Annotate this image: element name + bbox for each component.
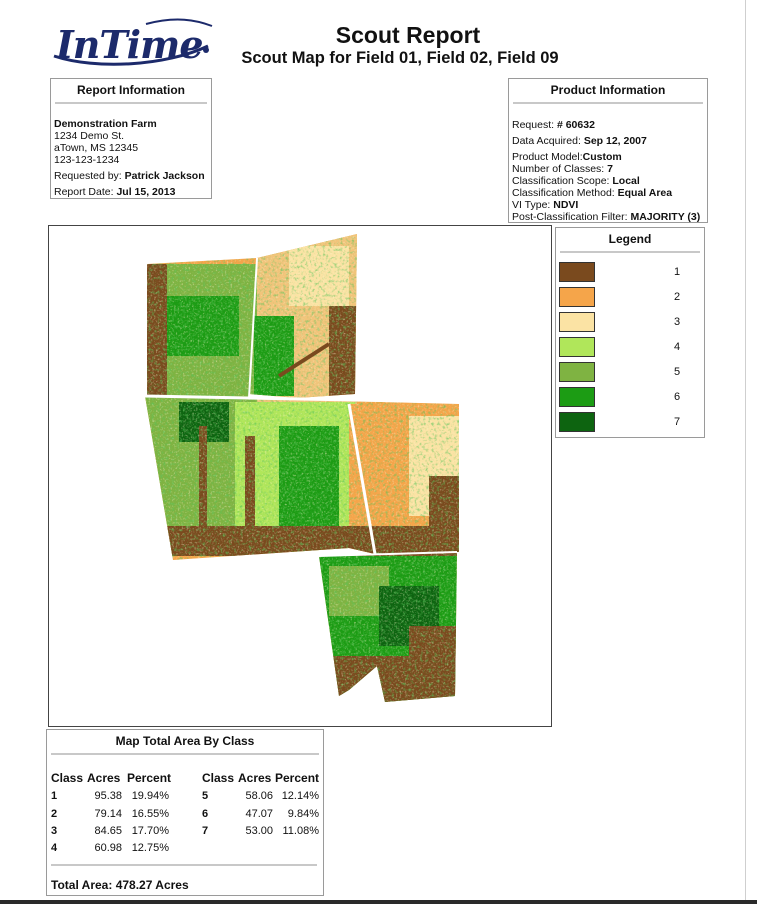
request-label: Request: <box>512 119 555 131</box>
class-cell: 5 <box>202 790 209 802</box>
percent-cell: 16.55% <box>131 808 169 820</box>
col-percent-header: Percent <box>275 771 320 785</box>
col-class-header: Class <box>202 771 235 785</box>
requested-by-label: Requested by: <box>54 170 122 182</box>
divider <box>55 102 207 104</box>
area-by-class-panel: Map Total Area By Class Class Acres Perc… <box>46 729 324 896</box>
vi-type-label: VI Type: <box>512 199 551 211</box>
product-information-body: Request: # 60632 Data Acquired: Sep 12, … <box>509 119 707 223</box>
legend-item: 7 <box>558 412 698 432</box>
class-cell: 6 <box>202 808 209 820</box>
field-map-image <box>144 234 460 702</box>
legend-panel: Legend 1 2 3 4 5 6 7 <box>555 227 705 438</box>
legend-label: 2 <box>674 291 681 303</box>
legend-label: 4 <box>674 341 681 353</box>
col-class-header: Class <box>51 771 84 785</box>
class-cell: 3 <box>51 825 58 837</box>
col-acres-header: Acres <box>87 771 121 785</box>
product-model-value: Custom <box>582 151 622 163</box>
divider <box>51 864 317 866</box>
acres-cell: 84.65 <box>94 825 122 837</box>
divider <box>51 753 319 755</box>
product-information-panel: Product Information Request: # 60632 Dat… <box>508 78 708 223</box>
report-title: Scout Report <box>335 22 481 48</box>
divider <box>560 251 700 253</box>
scout-map <box>48 225 552 727</box>
col-acres-header: Acres <box>238 771 272 785</box>
total-area-label: Total Area: <box>51 878 113 892</box>
report-information-body: Demonstration Farm 1234 Demo St. aTown, … <box>51 118 211 198</box>
class-cell: 2 <box>51 808 58 820</box>
scope-label: Classification Scope: <box>512 175 610 187</box>
legend-label: 6 <box>674 391 681 403</box>
percent-cell: 12.75% <box>131 842 169 854</box>
farm-name: Demonstration Farm <box>54 118 157 130</box>
address-line2: aTown, MS 12345 <box>54 142 139 154</box>
phone: 123-123-1234 <box>54 154 120 166</box>
report-date-label: Report Date: <box>54 186 114 198</box>
percent-cell: 12.14% <box>281 790 319 802</box>
filter-value: MAJORITY (3) <box>630 211 701 223</box>
percent-cell: 17.70% <box>131 825 169 837</box>
legend-item: 5 <box>558 362 698 382</box>
class-cell: 1 <box>51 790 58 802</box>
legend-swatch <box>559 262 595 282</box>
logo-text: InTime <box>56 22 204 67</box>
col-percent-header: Percent <box>127 771 172 785</box>
acres-cell: 47.07 <box>245 808 273 820</box>
legend-item: 1 <box>558 262 698 282</box>
method-value: Equal Area <box>617 187 673 199</box>
legend-swatch <box>559 362 595 382</box>
report-date-value: Jul 15, 2013 <box>116 186 176 198</box>
legend-swatch <box>559 337 595 357</box>
legend-swatch <box>559 312 595 332</box>
acres-cell: 60.98 <box>94 842 122 854</box>
num-classes-label: Number of Classes: <box>512 163 605 175</box>
class-cell: 7 <box>202 825 209 837</box>
legend-label: 3 <box>674 316 681 328</box>
percent-cell: 11.08% <box>282 825 320 837</box>
data-acquired-label: Data Acquired: <box>512 135 581 147</box>
legend-label: 1 <box>674 266 681 278</box>
report-subtitle: Scout Map for Field 01, Field 02, Field … <box>241 49 559 67</box>
intime-logo: InTime <box>46 12 216 74</box>
legend-item: 4 <box>558 337 698 357</box>
legend-heading: Legend <box>608 232 652 246</box>
report-information-panel: Report Information Demonstration Farm 12… <box>50 78 212 199</box>
acres-cell: 58.06 <box>245 790 273 802</box>
report-information-heading: Report Information <box>77 83 185 97</box>
product-model-label: Product Model: <box>512 151 583 163</box>
legend-item: 3 <box>558 312 698 332</box>
filter-label: Post-Classification Filter: <box>512 211 628 223</box>
acres-cell: 95.38 <box>94 790 122 802</box>
num-classes-value: 7 <box>607 163 613 175</box>
page-right-border <box>745 0 746 900</box>
total-area: Total Area: 478.27 Acres <box>51 878 189 892</box>
class-cell: 4 <box>51 842 58 854</box>
percent-cell: 9.84% <box>287 808 319 820</box>
total-area-value: 478.27 Acres <box>115 878 189 892</box>
legend-item: 2 <box>558 287 698 307</box>
vi-type-value: NDVI <box>553 199 579 211</box>
scope-value: Local <box>612 175 640 187</box>
method-label: Classification Method: <box>512 187 615 199</box>
divider <box>513 102 703 104</box>
legend-label: 7 <box>674 416 681 428</box>
legend-label: 5 <box>674 366 681 378</box>
area-by-class-heading: Map Total Area By Class <box>115 734 255 748</box>
request-value: # 60632 <box>556 119 595 131</box>
legend-swatch <box>559 287 595 307</box>
page-bottom-edge <box>0 900 757 904</box>
legend-item: 6 <box>558 387 698 407</box>
address-line1: 1234 Demo St. <box>54 130 125 142</box>
requested-by-value: Patrick Jackson <box>124 170 205 182</box>
acres-cell: 53.00 <box>245 825 273 837</box>
legend-swatch <box>559 412 595 432</box>
acres-cell: 79.14 <box>94 808 122 820</box>
legend-swatch <box>559 387 595 407</box>
percent-cell: 19.94% <box>131 790 169 802</box>
product-information-heading: Product Information <box>550 83 666 97</box>
data-acquired-value: Sep 12, 2007 <box>583 135 647 147</box>
